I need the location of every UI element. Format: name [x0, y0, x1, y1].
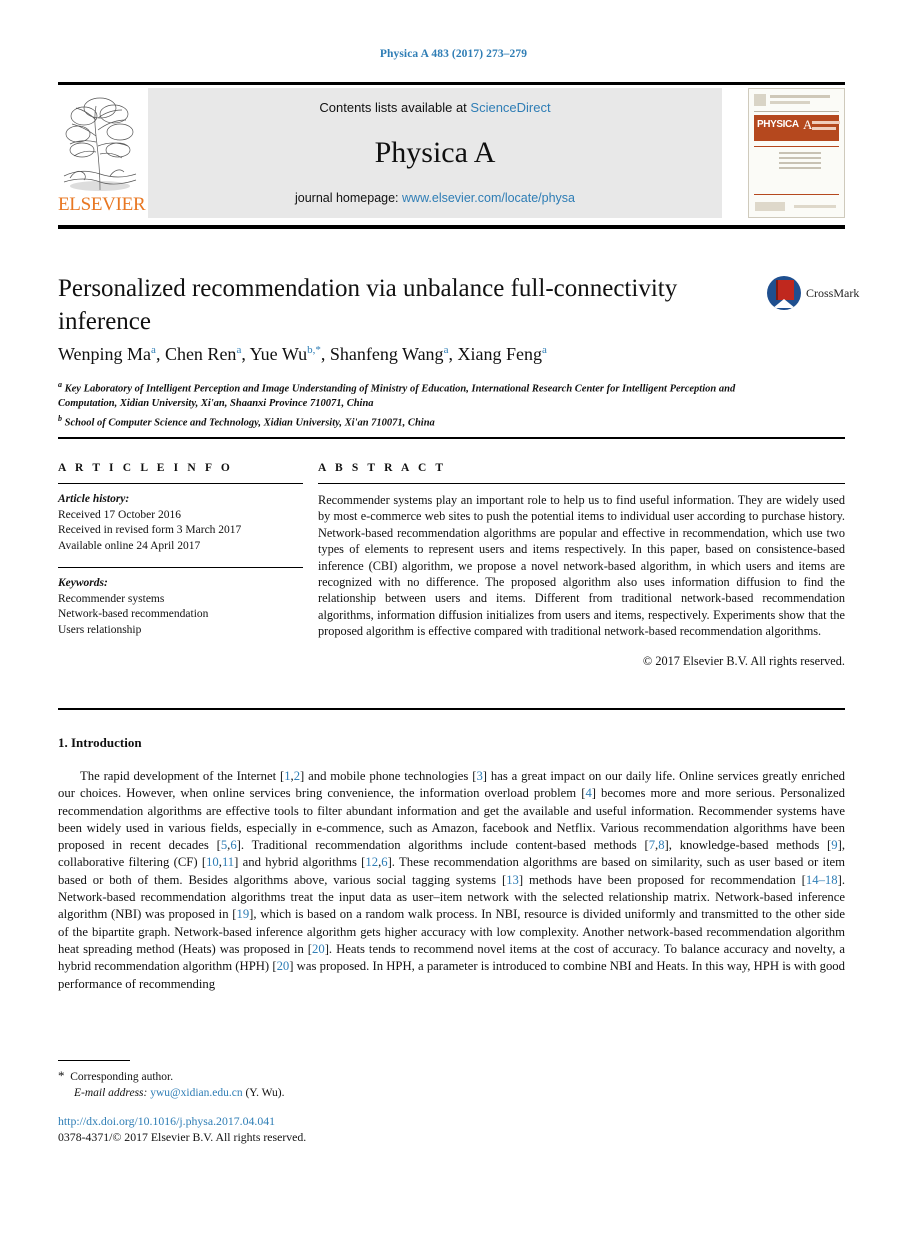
doi-link[interactable]: http://dx.doi.org/10.1016/j.physa.2017.0… — [58, 1114, 275, 1129]
corresponding-author-text: Corresponding author. — [70, 1071, 174, 1083]
abstract-heading: A B S T R A C T — [318, 462, 447, 474]
revised-date: Received in revised form 3 March 2017 — [58, 524, 242, 536]
cover-banner-subline-2 — [812, 127, 836, 130]
cover-mini-text-line-2 — [770, 101, 810, 104]
contents-prefix-text: Contents lists available at — [319, 100, 471, 115]
crossmark-badge[interactable]: CrossMark — [767, 276, 859, 314]
cover-topbar — [754, 93, 839, 112]
affiliation-a: a Key Laboratory of Intelligent Percepti… — [58, 380, 736, 410]
contents-available-line: Contents lists available at ScienceDirec… — [148, 100, 722, 115]
corresponding-author-line: * Corresponding author. — [58, 1068, 558, 1086]
article-info-mid-rule — [58, 567, 303, 568]
cover-mini-logo-icon — [754, 94, 766, 106]
journal-article-page: Physica A 483 (2017) 273–279 ELSEVIER Co… — [0, 0, 907, 1238]
rule-top — [58, 82, 845, 85]
cover-banner-title: PHYSICA — [757, 119, 799, 130]
journal-title: Physica A — [374, 136, 496, 169]
running-head: Physica A 483 (2017) 273–279 — [379, 48, 528, 60]
issn-copyright-line: 0378-4371/© 2017 Elsevier B.V. All right… — [58, 1130, 307, 1144]
affiliation-b: b School of Computer Science and Technol… — [58, 413, 435, 429]
affiliation-b-text: School of Computer Science and Technolog… — [64, 417, 435, 428]
elsevier-wordmark: ELSEVIER — [58, 194, 146, 215]
email-link[interactable]: ywu@xidian.edu.cn — [150, 1087, 242, 1099]
crossmark-book-shape — [776, 280, 794, 300]
cover-editor-block — [779, 152, 821, 172]
author-list: Wenping Maa, Chen Rena, Yue Wub,*, Shanf… — [58, 344, 547, 364]
cover-bottom-divider — [754, 194, 839, 195]
received-date: Received 17 October 2016 — [58, 508, 181, 521]
masthead: ELSEVIER Contents lists available at Sci… — [58, 88, 845, 219]
homepage-prefix-text: journal homepage: — [294, 191, 403, 205]
journal-homepage-link[interactable]: www.elsevier.com/locate/physa — [402, 191, 575, 205]
cover-banner-subline-1 — [812, 121, 840, 124]
abstract-text: Recommender systems play an important ro… — [318, 493, 845, 639]
crossmark-label: CrossMark — [806, 286, 860, 300]
article-info-top-rule — [58, 483, 303, 484]
contents-box: Contents lists available at ScienceDirec… — [148, 88, 722, 218]
page-title: Personalized recommendation via unbalanc… — [58, 275, 678, 335]
cover-footer-logo — [755, 202, 785, 211]
footnote-rule — [58, 1060, 130, 1061]
email-line: E-mail address: ywu@xidian.edu.cn (Y. Wu… — [58, 1086, 558, 1102]
introduction-paragraph: The rapid development of the Internet [1… — [58, 769, 846, 991]
cover-divider — [754, 146, 839, 147]
email-label: E-mail address: — [74, 1086, 148, 1099]
cover-banner-letter: A — [803, 117, 813, 132]
email-suffix: (Y. Wu). — [245, 1086, 285, 1099]
abstract-top-rule — [318, 483, 845, 484]
footnote-block: * Corresponding author. E-mail address: … — [58, 1068, 558, 1101]
affiliation-a-text: Key Laboratory of Intelligent Perception… — [58, 383, 736, 410]
sciencedirect-link[interactable]: ScienceDirect — [470, 100, 550, 115]
article-history-label: Article history: — [58, 493, 130, 505]
journal-cover-thumbnail: PHYSICA A — [748, 88, 845, 218]
keyword-item: Users relationship — [58, 623, 142, 636]
section-heading-introduction: 1. Introduction — [58, 735, 142, 750]
keywords-label: Keywords: — [58, 577, 108, 589]
keywords-block: Keywords: Recommender systems Network-ba… — [58, 576, 303, 638]
article-info-heading: A R T I C L E I N F O — [58, 462, 233, 474]
affiliation-list: a Key Laboratory of Intelligent Percepti… — [58, 378, 758, 431]
asterisk-icon: * — [58, 1068, 65, 1083]
article-info-column: A R T I C L E I N F O Article history: R… — [58, 462, 303, 638]
crossmark-arrow-shape — [773, 299, 795, 308]
keyword-item: Recommender systems — [58, 592, 165, 605]
elsevier-tree-icon — [60, 90, 140, 194]
keyword-item: Network-based recommendation — [58, 608, 209, 620]
journal-homepage-line: journal homepage: www.elsevier.com/locat… — [148, 191, 722, 205]
abstract-column: A B S T R A C T Recommender systems play… — [318, 462, 845, 669]
rule-under-masthead — [58, 225, 845, 229]
rule-under-authors — [58, 437, 845, 439]
rule-under-abstract — [58, 708, 845, 710]
article-history-block: Article history: Received 17 October 201… — [58, 492, 303, 554]
elsevier-logo: ELSEVIER — [58, 90, 146, 218]
cover-footer-text — [794, 205, 836, 208]
abstract-copyright: © 2017 Elsevier B.V. All rights reserved… — [642, 653, 845, 668]
cover-mini-text-line — [770, 95, 830, 98]
cover-banner: PHYSICA A — [754, 115, 840, 141]
available-online-date: Available online 24 April 2017 — [58, 539, 201, 552]
crossmark-icon — [767, 276, 801, 310]
